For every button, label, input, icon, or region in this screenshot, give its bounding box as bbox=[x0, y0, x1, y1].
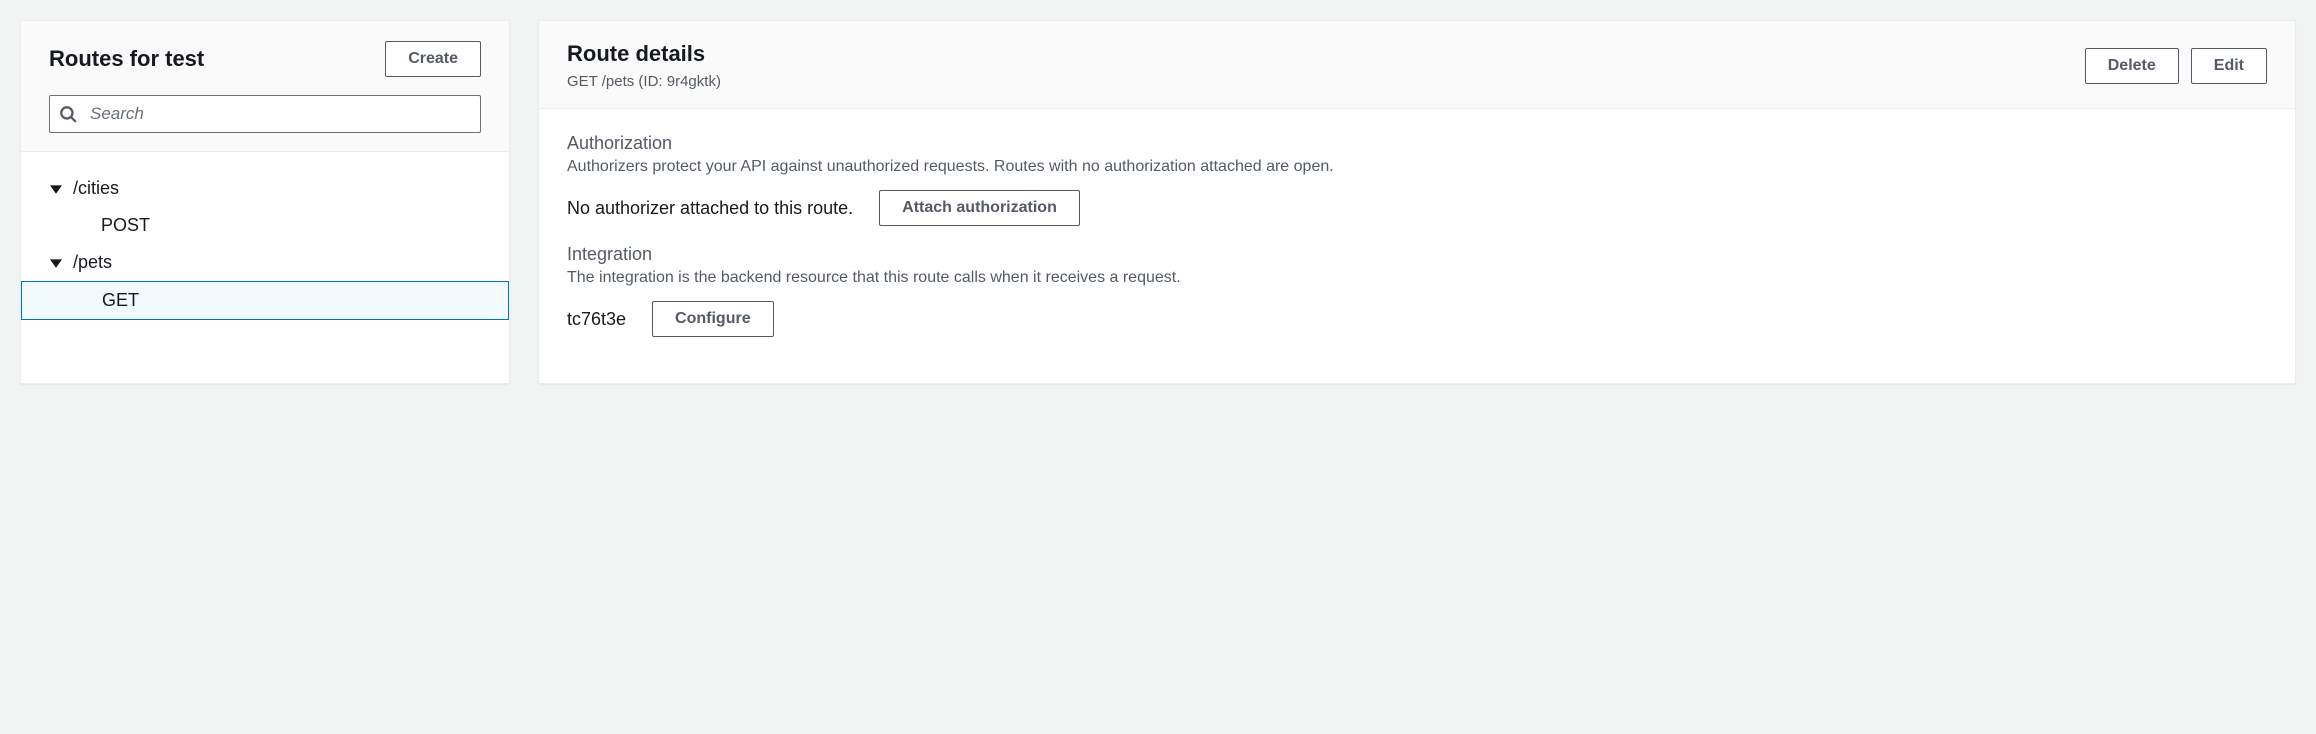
search-wrapper bbox=[21, 95, 509, 152]
route-method-post[interactable]: POST bbox=[21, 207, 509, 244]
route-item-cities[interactable]: /cities bbox=[21, 170, 509, 207]
attach-authorization-button[interactable]: Attach authorization bbox=[879, 190, 1080, 226]
routes-header: Routes for test Create bbox=[21, 21, 509, 95]
details-title-group: Route details GET /pets (ID: 9r4gktk) bbox=[567, 41, 721, 90]
caret-down-icon bbox=[49, 182, 63, 196]
route-path: /cities bbox=[73, 178, 119, 199]
configure-button[interactable]: Configure bbox=[652, 301, 774, 337]
search-input[interactable] bbox=[49, 95, 481, 133]
route-item-pets[interactable]: /pets bbox=[21, 244, 509, 281]
details-header: Route details GET /pets (ID: 9r4gktk) De… bbox=[539, 21, 2295, 109]
method-label: POST bbox=[101, 215, 150, 235]
integration-id: tc76t3e bbox=[567, 309, 626, 330]
details-title: Route details bbox=[567, 41, 721, 67]
route-details-panel: Route details GET /pets (ID: 9r4gktk) De… bbox=[538, 20, 2296, 384]
edit-button[interactable]: Edit bbox=[2191, 48, 2267, 84]
main-container: Routes for test Create /cities POST bbox=[20, 20, 2296, 384]
authorization-title: Authorization bbox=[567, 133, 2267, 154]
route-method-get[interactable]: GET bbox=[21, 281, 509, 320]
delete-button[interactable]: Delete bbox=[2085, 48, 2179, 84]
routes-tree: /cities POST /pets GET bbox=[21, 152, 509, 350]
integration-row: tc76t3e Configure bbox=[567, 301, 2267, 337]
route-path: /pets bbox=[73, 252, 112, 273]
authorization-status: No authorizer attached to this route. bbox=[567, 198, 853, 219]
details-actions: Delete Edit bbox=[2085, 48, 2267, 84]
authorization-row: No authorizer attached to this route. At… bbox=[567, 190, 2267, 226]
method-label: GET bbox=[102, 290, 139, 310]
create-button[interactable]: Create bbox=[385, 41, 481, 77]
authorization-description: Authorizers protect your API against una… bbox=[567, 158, 2267, 176]
details-subtitle: GET /pets (ID: 9r4gktk) bbox=[567, 73, 721, 90]
search-icon bbox=[59, 105, 77, 123]
integration-title: Integration bbox=[567, 244, 2267, 265]
routes-title: Routes for test bbox=[49, 46, 204, 72]
search-box bbox=[49, 95, 481, 133]
integration-description: The integration is the backend resource … bbox=[567, 269, 2267, 287]
routes-panel: Routes for test Create /cities POST bbox=[20, 20, 510, 384]
caret-down-icon bbox=[49, 256, 63, 270]
details-body: Authorization Authorizers protect your A… bbox=[539, 109, 2295, 383]
